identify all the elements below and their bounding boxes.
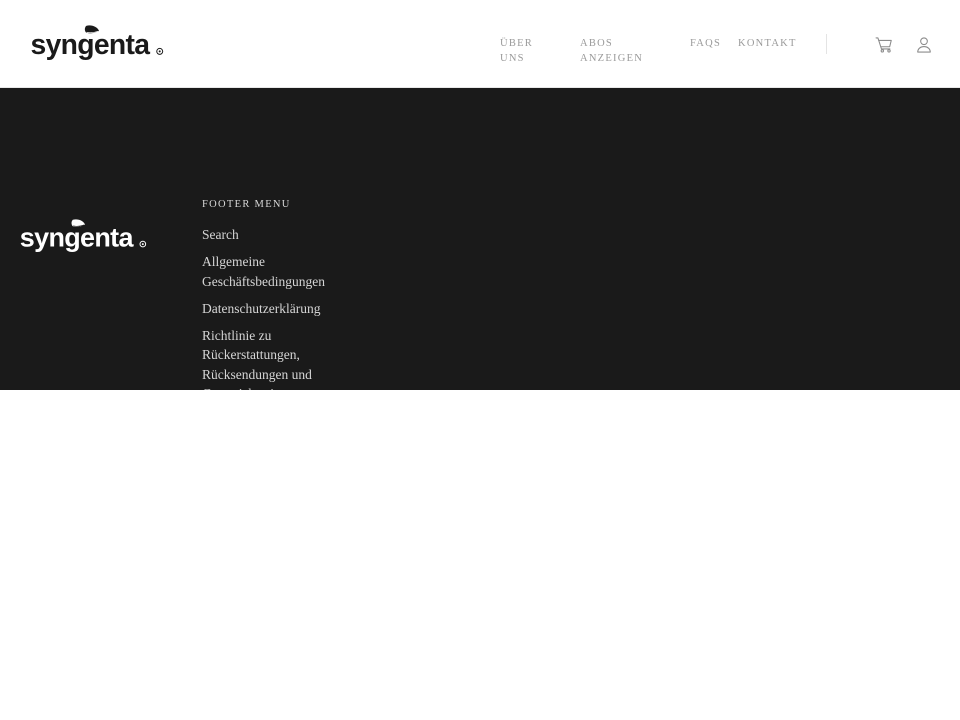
nav-item-faqs[interactable]: FAQS — [690, 36, 738, 51]
account-button[interactable] — [912, 33, 936, 57]
footer-menu-title: FOOTER MENU — [202, 199, 291, 210]
footer-link-datenschutz[interactable]: Datenschutzerklärung — [202, 299, 362, 318]
cart-button[interactable] — [872, 33, 896, 57]
nav-item-ueber-uns[interactable]: ÜBER UNS — [500, 36, 580, 66]
brand-logo-link[interactable]: syngenta — [30, 24, 168, 66]
site-header: syngenta ÜBER UNS ABOS ANZEIGEN FAQS KON… — [0, 0, 960, 88]
primary-navigation: ÜBER UNS ABOS ANZEIGEN FAQS KONTAKT — [500, 0, 808, 88]
header-actions — [872, 33, 936, 57]
nav-item-abos-anzeigen[interactable]: ABOS ANZEIGEN — [580, 36, 690, 66]
footer-link-rueckerstattung[interactable]: Richtlinie zu Rückerstattungen, Rücksend… — [202, 326, 362, 390]
nav-item-kontakt[interactable]: KONTAKT — [738, 36, 808, 51]
svg-text:syngenta: syngenta — [31, 28, 151, 60]
footer-link-search[interactable]: Search — [202, 225, 362, 244]
header-divider — [826, 34, 827, 54]
page-body-blank — [0, 390, 960, 720]
user-account-icon — [914, 35, 934, 55]
site-footer: syngenta FOOTER MENU Search Allgemeine G… — [0, 88, 960, 390]
footer-link-agb[interactable]: Allgemeine Geschäftsbedingungen — [202, 252, 362, 291]
footer-brand-logo[interactable]: syngenta — [18, 218, 152, 258]
syngenta-logo: syngenta — [31, 25, 164, 60]
svg-text:syngenta: syngenta — [20, 223, 135, 253]
syngenta-logo-footer: syngenta — [20, 219, 147, 253]
footer-menu-column: FOOTER MENU Search Allgemeine Geschäftsb… — [202, 199, 502, 390]
cart-icon — [874, 35, 894, 55]
